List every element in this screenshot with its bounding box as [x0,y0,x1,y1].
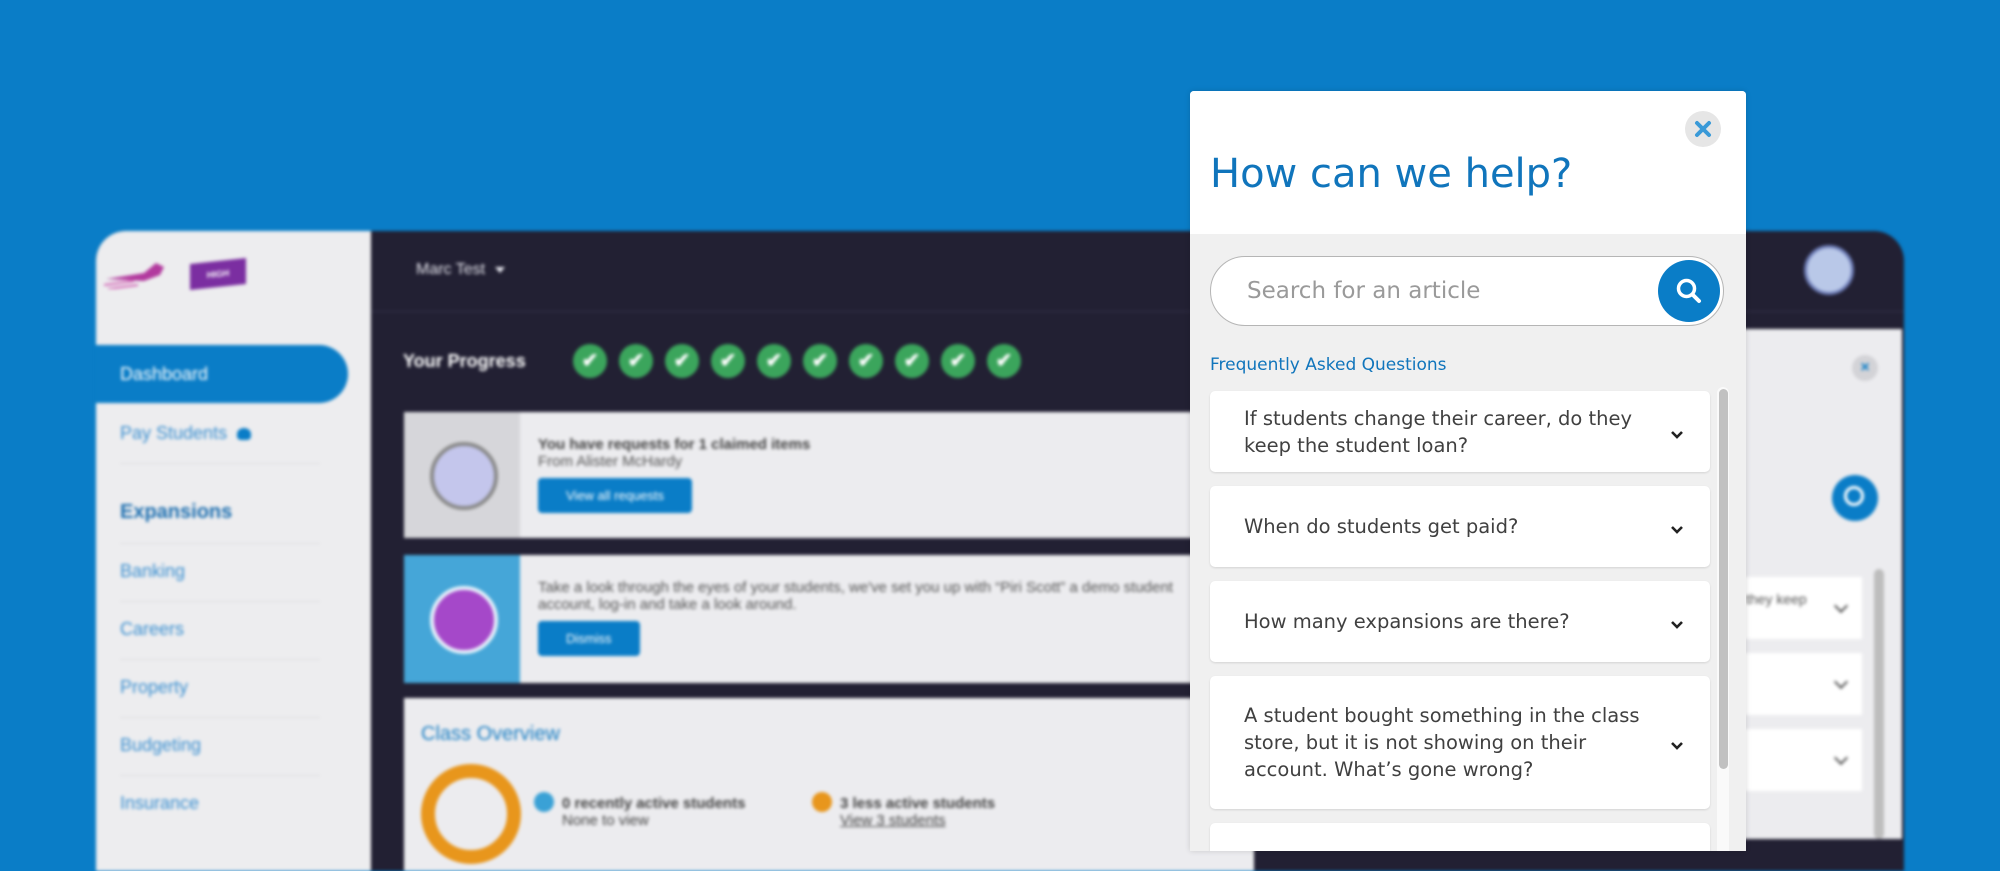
check-icon: ✔ [711,344,745,378]
logo-badge: HIGH [190,258,246,290]
help-header: How can we help? [1190,91,1746,234]
scrollbar [1874,569,1884,839]
faq-item[interactable]: A student bought something in the class … [1210,676,1710,809]
request-title: You have requests for 1 claimed items [538,436,811,453]
check-icon: ✔ [573,344,607,378]
faq-item[interactable]: How many expansions are there? [1210,581,1710,662]
sidebar: HIGH Dashboard Pay Students Expansions B… [96,231,371,871]
progress-steps: ✔ ✔ ✔ ✔ ✔ ✔ ✔ ✔ ✔ ✔ [573,344,1021,378]
chevron-down-icon [1671,620,1683,629]
divider [120,601,320,602]
user-name: Marc Test [416,261,486,278]
scrollbar-thumb[interactable] [1719,389,1728,769]
user-menu[interactable]: Marc Test [416,261,506,279]
caret-down-icon [495,266,506,273]
search-input[interactable] [1245,275,1629,307]
check-icon: ✔ [803,344,837,378]
divider [120,463,320,464]
request-subtitle: From Alister McHardy [538,453,683,470]
divider [120,659,320,660]
sidebar-item-banking[interactable]: Banking [120,561,320,582]
legend-dot [812,792,832,812]
chevron-down-icon [1833,674,1849,690]
check-icon: ✔ [987,344,1021,378]
close-x-icon [1695,121,1711,137]
search-icon [1832,475,1878,521]
help-widget: How can we help? Frequently Asked Questi… [1190,91,1746,851]
list-item: they keep [1742,577,1862,639]
demo-text: Take a look through the eyes of your stu… [538,579,1173,613]
check-icon: ✔ [849,344,883,378]
avatar [430,586,498,654]
card-thumbnail [404,555,520,683]
class-overview: Class Overview 0 recently active student… [404,698,1254,871]
chevron-down-icon [1833,750,1849,766]
chevron-down-icon [1671,525,1683,534]
progress-label: Your Progress [403,351,526,371]
divider [120,543,320,544]
search-button[interactable] [1658,260,1720,322]
faq-item[interactable]: When do students get paid? [1210,486,1710,567]
check-icon: ✔ [665,344,699,378]
help-title: How can we help? [1210,151,1573,197]
faq-question: When do students get paid? [1244,515,1519,538]
stat-subtitle: None to view [562,812,649,829]
activity-donut-chart [421,764,521,864]
bird-logo-icon [104,263,164,289]
dismiss-button[interactable]: Dismiss [538,621,640,656]
request-card: You have requests for 1 claimed items Fr… [404,412,1254,538]
card-body: You have requests for 1 claimed items Fr… [538,436,1234,513]
sidebar-item-pay-students[interactable]: Pay Students [120,423,320,444]
app-logo: HIGH [104,253,254,299]
view-students-link[interactable]: View 3 students [840,812,946,829]
chevron-down-icon [1833,598,1849,614]
sidebar-item-careers[interactable]: Careers [120,619,320,640]
faq-question: If students change their career, do they… [1244,407,1633,457]
check-icon: ✔ [941,344,975,378]
check-icon: ✔ [895,344,929,378]
search-icon [1676,278,1701,303]
stat-active: 0 recently active students None to view [534,792,745,829]
stat-title: 3 less active students [840,795,996,812]
speech-bubble-icon [237,428,252,441]
stat-less-active: 3 less active students View 3 students [812,792,995,829]
chevron-down-icon [1671,430,1683,439]
background-help-panel: × they keep [1742,329,1902,839]
divider [120,775,320,776]
card-body: Take a look through the eyes of your stu… [538,579,1234,656]
search-bar [1210,256,1724,326]
stat-title: 0 recently active students [562,795,746,812]
faq-item[interactable] [1210,823,1710,851]
check-icon: ✔ [619,344,653,378]
divider [120,717,320,718]
overview-title: Class Overview [421,723,560,745]
card-thumbnail [404,412,520,538]
faq-item[interactable]: If students change their career, do they… [1210,391,1710,472]
close-x-icon: × [1852,355,1878,381]
faq-question: How many expansions are there? [1244,610,1570,633]
legend-dot [534,792,554,812]
chevron-down-icon [1671,741,1683,750]
avatar[interactable] [1804,245,1854,295]
sidebar-item-insurance[interactable]: Insurance [120,793,320,814]
faq-snippet: they keep [1746,591,1807,607]
sidebar-item-label: Pay Students [120,423,228,443]
faq-question: A student bought something in the class … [1244,704,1640,781]
demo-account-card: Take a look through the eyes of your stu… [404,555,1254,683]
sidebar-item-budgeting[interactable]: Budgeting [120,735,320,756]
faq-heading: Frequently Asked Questions [1210,355,1447,375]
list-item [1742,729,1862,791]
check-icon: ✔ [757,344,791,378]
list-item [1742,653,1862,715]
close-button[interactable] [1685,111,1721,147]
sidebar-heading-expansions: Expansions [120,501,233,523]
sidebar-item-dashboard[interactable]: Dashboard [96,345,348,403]
avatar [430,442,498,510]
sidebar-item-property[interactable]: Property [120,677,320,698]
view-all-requests-button[interactable]: View all requests [538,478,693,513]
